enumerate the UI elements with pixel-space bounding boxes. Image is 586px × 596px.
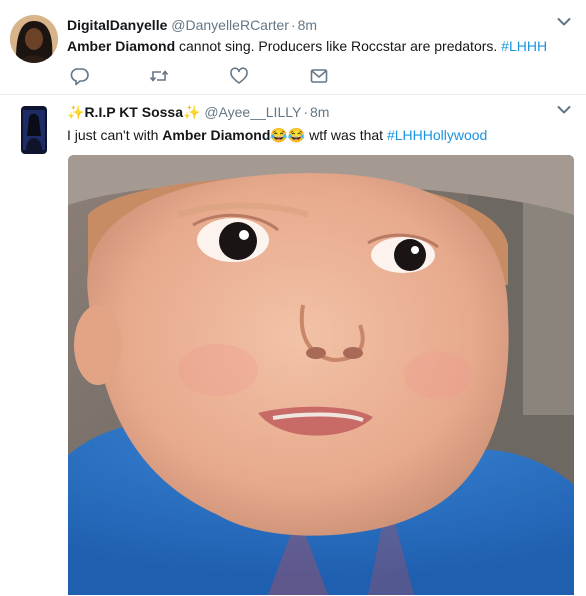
separator: · bbox=[303, 104, 308, 120]
sparkle-emoji: ✨ bbox=[67, 104, 85, 120]
handle[interactable]: @Ayee__LILLY bbox=[204, 104, 301, 120]
timestamp[interactable]: 8m bbox=[310, 104, 329, 120]
text-body: I just can't with bbox=[67, 127, 163, 143]
text-bold: Amber Diamond bbox=[67, 38, 176, 54]
tweet-text: I just can't with Amber Diamond😂😂 wtf wa… bbox=[67, 126, 487, 144]
chevron-down-icon[interactable] bbox=[557, 17, 571, 27]
retweet-icon[interactable] bbox=[149, 66, 169, 86]
handle[interactable]: @DanyelleRCarter bbox=[171, 17, 289, 33]
tweet-header: ✨R.I.P KT Sossa✨ @Ayee__LILLY · 8m bbox=[67, 103, 329, 121]
display-name[interactable]: ✨R.I.P KT Sossa✨ bbox=[67, 104, 200, 120]
tweet[interactable]: ✨R.I.P KT Sossa✨ @Ayee__LILLY · 8m I just … bbox=[0, 95, 586, 596]
child-face-photo bbox=[68, 155, 574, 595]
like-icon[interactable] bbox=[229, 66, 249, 86]
timestamp[interactable]: 8m bbox=[298, 17, 317, 33]
tweet-text: Amber Diamond cannot sing. Producers lik… bbox=[67, 37, 547, 55]
tweet[interactable]: DigitalDanyelle @DanyelleRCarter · 8m Ambe… bbox=[0, 0, 586, 95]
tweet-header: DigitalDanyelle @DanyelleRCarter · 8m bbox=[67, 16, 317, 34]
text-body: cannot sing. Producers like Roccstar are… bbox=[175, 38, 502, 54]
laughing-emoji: 😂😂 bbox=[270, 127, 306, 143]
avatar[interactable] bbox=[21, 106, 47, 154]
reply-icon[interactable] bbox=[70, 66, 90, 86]
message-icon[interactable] bbox=[309, 66, 329, 86]
display-name[interactable]: DigitalDanyelle bbox=[67, 17, 167, 33]
text-bold: Amber Diamond bbox=[162, 127, 271, 143]
avatar[interactable] bbox=[10, 15, 58, 63]
separator: · bbox=[290, 17, 296, 33]
hashtag-link[interactable]: #LHHH bbox=[501, 38, 547, 54]
tweet-media-image[interactable] bbox=[68, 155, 574, 595]
text-body: wtf was that bbox=[305, 127, 387, 143]
sparkle-emoji: ✨ bbox=[183, 104, 201, 120]
hashtag-link[interactable]: #LHHHollywood bbox=[387, 127, 487, 143]
chevron-down-icon[interactable] bbox=[557, 105, 571, 115]
